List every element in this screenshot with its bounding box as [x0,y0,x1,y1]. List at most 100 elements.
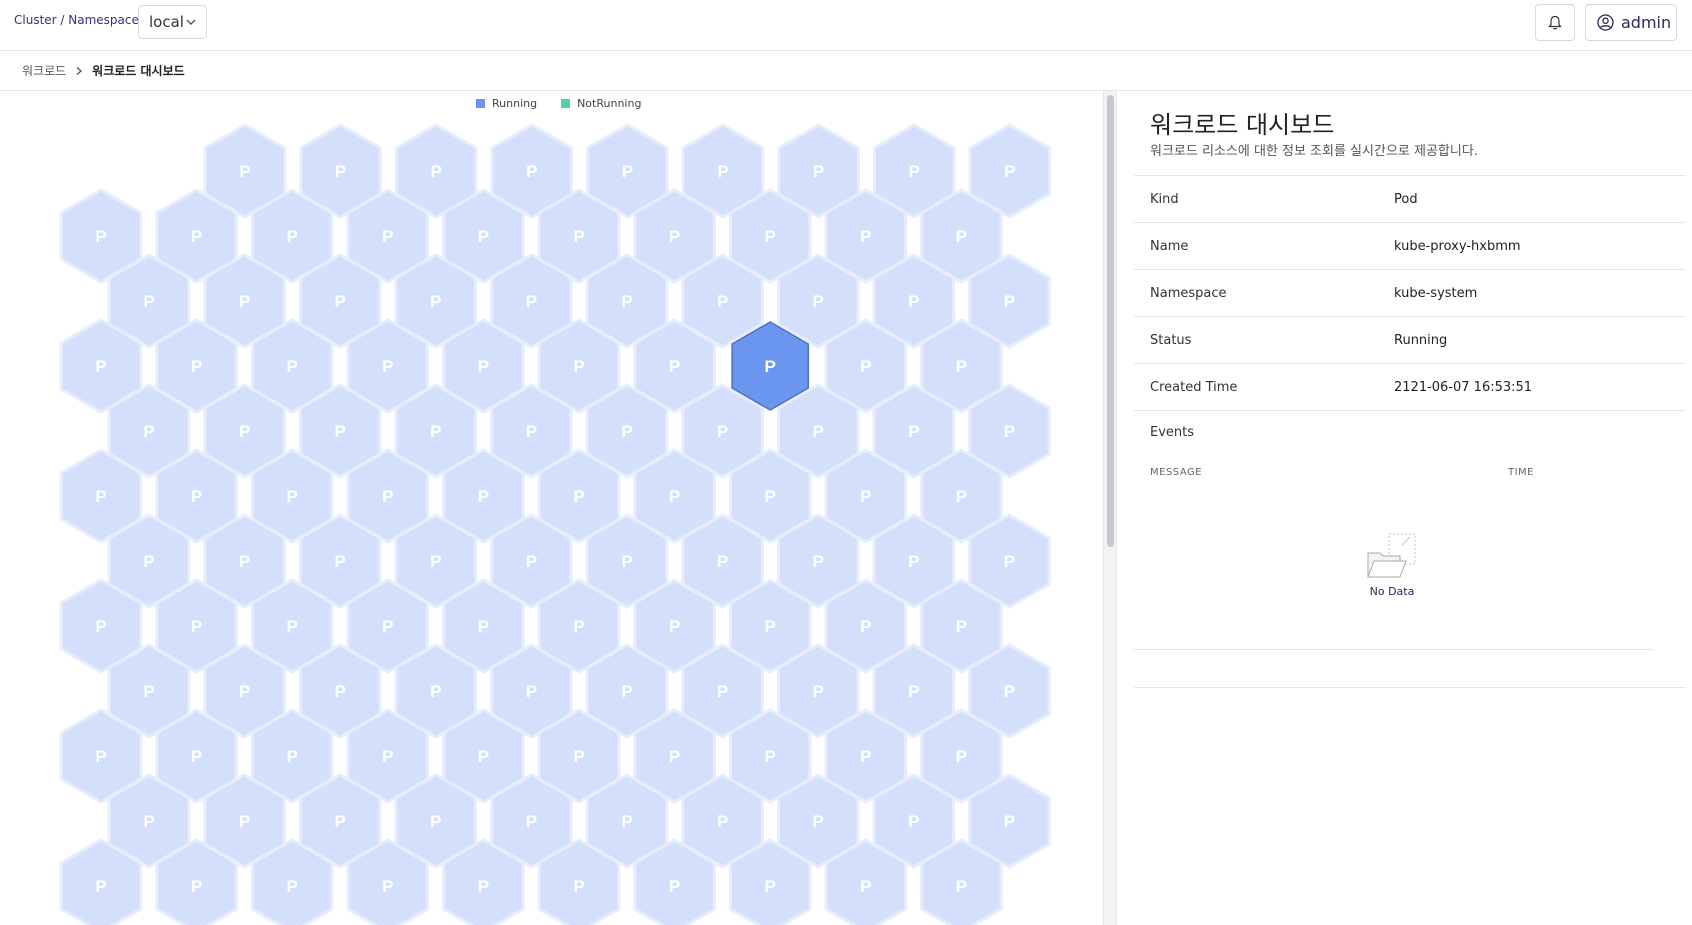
pod-hex-label: P [956,617,967,636]
empty-folder-icon [1367,533,1416,578]
hex-map-canvas: P P P P P P P P P P P P P P P P P P P P P P P P P P P P P P P P P P P P P P P P… [59,123,1052,925]
breadcrumb: 워크로드 워크로드 대시보드 [0,51,1692,91]
pod-hex-label: P [860,227,871,246]
pod-hex-label: P [430,422,441,441]
pod-hex-label: P [478,227,489,246]
events-column-time: TIME [1508,467,1535,478]
pod-hex-label: P [765,877,776,896]
pod-hex-label: P [956,487,967,506]
info-row-namespace: Namespace kube-system [1134,270,1686,317]
pod-hex-label: P [335,292,346,311]
bell-icon [1548,15,1562,29]
user-menu-button[interactable]: admin [1585,4,1677,41]
pod-hex-label: P [143,292,154,311]
pod-hex-label: P [287,617,298,636]
pod-hex-label: P [95,227,106,246]
detail-subtitle: 워크로드 리소스에 대한 정보 조회를 실시간으로 제공합니다. [1150,144,1478,159]
legend-item-running: Running [476,97,537,110]
events-empty-state: No Data [1362,533,1422,598]
info-value: 2121-06-07 16:53:51 [1394,379,1533,395]
pod-hex-label: P [143,682,154,701]
pod-hex-label: P [717,682,728,701]
pod-hex-label: P [573,617,584,636]
pod-hex-label: P [908,552,919,571]
pod-hex-label: P [669,877,680,896]
pod-hex-label: P [287,227,298,246]
pod-hex-label: P [478,877,489,896]
pod-hex-label: P [335,552,346,571]
pod-hex-label: P [382,747,393,766]
pod-hex-label: P [908,292,919,311]
pod-hex-label: P [191,877,202,896]
events-table-header: MESSAGE TIME [1150,467,1670,478]
pod-hex-label: P [717,422,728,441]
chevron-right-icon [76,66,83,75]
pod-hex-label: P [860,747,871,766]
pod-hex-label: P [813,162,824,181]
events-label: Events [1150,425,1195,440]
pod-hex-label: P [239,292,250,311]
pod-hex-label: P [573,747,584,766]
map-scrollbar[interactable] [1103,91,1117,925]
user-name: admin [1621,13,1672,32]
pod-hex-label: P [765,487,776,506]
pod-hex-label: P [669,617,680,636]
pod-hex-label: P [765,357,776,376]
info-value: kube-system [1394,285,1478,301]
pod-hex-label: P [526,552,537,571]
info-key: Name [1150,238,1189,254]
pod-hex-label: P [573,877,584,896]
pod-hex-label: P [765,617,776,636]
pod-hex-label: P [335,162,346,181]
pod-hex-label: P [717,552,728,571]
pod-hex-label: P [239,162,250,181]
events-column-message: MESSAGE [1150,467,1203,478]
pod-hex-label: P [765,227,776,246]
pod-hex-label: P [621,292,632,311]
pod-hex-label: P [430,812,441,831]
pod-hex-label: P [813,812,824,831]
pod-hex-label: P [95,357,106,376]
pod-hex-label: P [956,877,967,896]
pod-hex-label: P [1004,552,1015,571]
pod-hex-label: P [909,162,920,181]
pod-hex-label: P [621,812,632,831]
pod-info-table: Kind Pod Name kube-proxy-hxbmm Namespace… [1134,175,1686,411]
pod-hex-label: P [287,747,298,766]
events-divider [1134,649,1654,650]
pod-hex-label: P [526,682,537,701]
pod-hex-label: P [382,487,393,506]
pod-hex-label: P [478,747,489,766]
map-scrollbar-thumb[interactable] [1107,95,1114,547]
pod-hex-label: P [239,682,250,701]
detail-panel: 워크로드 대시보드 워크로드 리소스에 대한 정보 조회를 실시간으로 제공합니… [1134,91,1686,925]
user-circle-icon [1597,14,1614,31]
pod-hex-label: P [813,682,824,701]
pod-hex-label: P [239,552,250,571]
pod-hex-label: P [669,747,680,766]
pod-hex-label: P [478,617,489,636]
pod-hex-label: P [143,552,154,571]
namespace-select[interactable]: local [138,5,207,39]
pod-hex-label: P [860,617,871,636]
panel-divider [1134,687,1686,688]
notification-button[interactable] [1535,4,1575,41]
pod-hex-label: P [669,357,680,376]
pod-hex-label: P [430,292,441,311]
pod-hex-label: P [478,357,489,376]
pod-hex-label: P [956,227,967,246]
pod-hex-label: P [382,877,393,896]
pod-hex-label: P [813,552,824,571]
pod-hex-label: P [1004,292,1015,311]
legend-item-notrunning: NotRunning [561,97,641,110]
pod-hex-label: P [191,487,202,506]
pod-hex-label: P [191,617,202,636]
pod-hex-label: P [143,422,154,441]
pod-hex-label: P [908,422,919,441]
pod-hex-label: P [191,227,202,246]
breadcrumb-parent[interactable]: 워크로드 [22,62,66,79]
pod-hex-label: P [1004,812,1015,831]
pod-hex-label: P [1004,682,1015,701]
pod-hex-label: P [95,487,106,506]
namespace-select-value: local [149,13,184,31]
